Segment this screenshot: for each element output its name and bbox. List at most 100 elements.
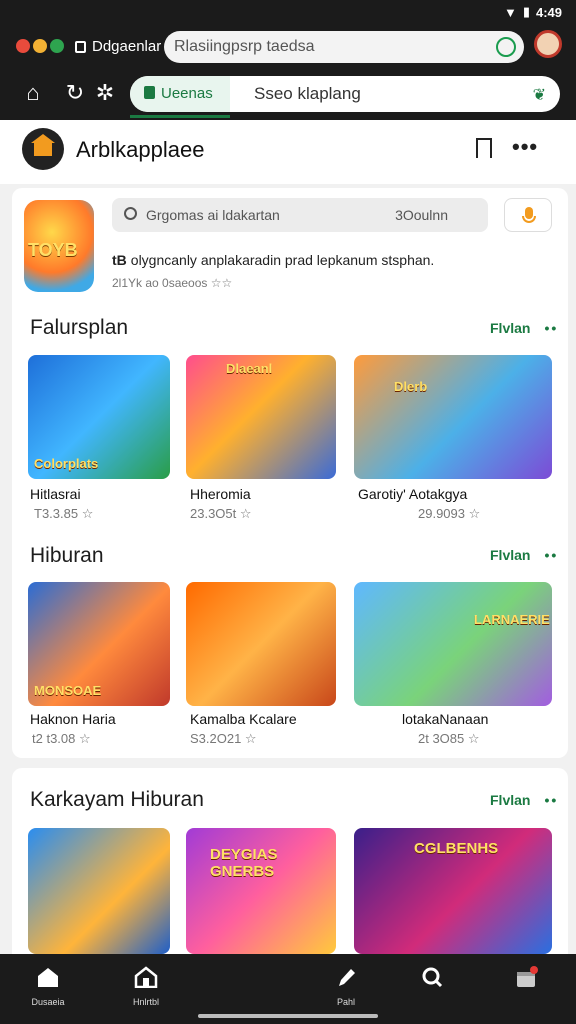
game-name: Haknon Haria [30, 711, 116, 727]
section-more-link[interactable]: Flvlan •• [490, 547, 558, 563]
more-dots-icon: •• [544, 547, 559, 563]
game-rating: T3.3.85 ☆ [34, 506, 94, 521]
section-title: Karkayam Hiburan [30, 788, 204, 811]
search-icon [422, 967, 443, 988]
store-page: Arblkapplaee ••• TOYB Grgomas ai ldakart… [0, 120, 576, 954]
nav-write[interactable]: Pahl [316, 966, 376, 1010]
bookmark-icon[interactable] [476, 138, 492, 158]
status-bar: ▼ ▮ 4:49 [0, 0, 576, 26]
app-header: Arblkapplaee ••• [0, 120, 576, 184]
promo-icon-label: TOYB [28, 240, 78, 260]
search-count: 3Ooulnn [395, 207, 448, 223]
game-art-label: Dlerb [394, 379, 428, 394]
active-indicator [130, 115, 230, 118]
game-art-label: Colorplats [34, 456, 99, 471]
url-bar[interactable]: Rlasiingpsrp taedsa [164, 31, 524, 63]
app-logo[interactable] [22, 128, 64, 170]
store-icon [134, 966, 158, 988]
nav-label: Hnlrtbl [132, 997, 159, 1007]
address-query: Sseo klaplang [254, 84, 361, 103]
more-dots-icon: •• [544, 792, 559, 808]
address-field[interactable]: Ueenas Sseo klaplang ❦ [130, 76, 560, 118]
signal-icon: ▮ [522, 4, 530, 19]
game-tile[interactable]: Dlerb [354, 355, 552, 479]
bottom-navigation: Dusaeia Hnlrtbl Pahl [0, 954, 576, 1024]
nav-home[interactable]: Dusaeia [18, 966, 78, 1010]
microphone-button[interactable] [504, 198, 552, 232]
lock-icon [75, 40, 86, 53]
secure-pill[interactable]: Ueenas [130, 76, 230, 112]
secure-lock-icon [144, 86, 155, 99]
game-tile[interactable]: MONSOAE [28, 582, 170, 706]
game-art-label: CGLBENHS [414, 840, 499, 857]
nav-label: Dusaeia [31, 997, 65, 1007]
window-controls [16, 39, 64, 53]
refresh-icon[interactable]: ↻ [62, 80, 88, 106]
game-rating: S3.2O21 ☆ [190, 731, 257, 746]
nav-label: Pahl [336, 997, 355, 1007]
url-text: Rlasiingpsrp taedsa [174, 38, 315, 55]
section-title: Hiburan [30, 544, 104, 567]
game-tile[interactable] [28, 828, 170, 954]
promo-headline-text: olygncanly anplakaradin prad lepkanum st… [130, 252, 435, 268]
browser-navbar: ⌂ ↻ ✲ Ueenas Sseo klaplang ❦ [0, 70, 576, 120]
game-name: Garotiy' Aotakgya [358, 486, 468, 502]
game-tile[interactable]: DEYGIAS GNERBS [186, 828, 336, 954]
game-name: Kamalba Kcalare [190, 711, 297, 727]
section-more-link[interactable]: Flvlan •• [490, 320, 558, 336]
nav-library[interactable] [496, 966, 556, 992]
game-rating: 29.9093 ☆ [418, 506, 481, 521]
more-menu-icon[interactable]: ••• [512, 134, 538, 160]
nav-search[interactable] [402, 966, 462, 992]
section-more-label: Flvlan [490, 547, 531, 563]
game-art-label: MONSOAE [34, 683, 102, 698]
featured-card: TOYB Grgomas ai ldakartan 3Ooulnn tB olyg… [12, 188, 568, 758]
game-rating: t2 t3.08 ☆ [32, 731, 91, 746]
search-icon [124, 207, 137, 220]
game-tile[interactable]: Dlaeanl [186, 355, 336, 479]
extensions-icon[interactable]: ✲ [92, 80, 118, 106]
search-placeholder: Grgomas ai ldakartan [146, 207, 280, 223]
maximize-dot-icon[interactable] [50, 39, 64, 53]
game-name: lotakaNanaan [402, 711, 489, 727]
game-rating: 23.3O5t ☆ [190, 506, 252, 521]
promo-game-icon[interactable]: TOYB [24, 200, 94, 292]
category-card: Karkayam Hiburan Flvlan •• DEYGIAS GNERBS… [12, 768, 568, 954]
tab-title: Ddgaenlar [92, 38, 162, 55]
home-icon [38, 968, 58, 987]
library-icon [517, 966, 538, 987]
more-dots-icon: •• [544, 320, 559, 336]
game-tile[interactable]: Colorplats [28, 355, 170, 479]
game-tile[interactable]: CGLBENHS [354, 828, 552, 954]
section-more-label: Flvlan [490, 792, 531, 808]
minimize-dot-icon[interactable] [33, 39, 47, 53]
nav-store[interactable]: Hnlrtbl [116, 966, 176, 1010]
home-icon[interactable]: ⌂ [20, 80, 46, 106]
close-dot-icon[interactable] [16, 39, 30, 53]
game-tile[interactable]: LARNAERIE [354, 582, 552, 706]
pen-icon [339, 969, 355, 986]
promo-headline-bold: tB [112, 252, 127, 268]
game-tile[interactable] [186, 582, 336, 706]
game-artwork [354, 355, 552, 479]
leaf-icon[interactable]: ❦ [533, 85, 546, 105]
reload-icon[interactable] [496, 37, 516, 57]
search-input[interactable]: Grgomas ai ldakartan 3Ooulnn [112, 198, 488, 232]
section-more-label: Flvlan [490, 320, 531, 336]
game-artwork [354, 582, 552, 706]
game-art-label: Dlaeanl [226, 361, 273, 376]
gesture-handle[interactable] [198, 1014, 378, 1018]
wifi-icon: ▼ [503, 4, 517, 20]
status-time: 4:49 [535, 4, 562, 20]
promo-meta: 2l1Yk ao 0saeoos ☆☆ [112, 276, 233, 290]
promo-headline: tB olygncanly anplakaradin prad lepkanum … [112, 252, 434, 268]
app-name: Arblkapplaee [76, 137, 205, 162]
game-name: Hitlasrai [30, 486, 81, 502]
section-more-link[interactable]: Flvlan •• [490, 792, 558, 808]
browser-tab[interactable]: Ddgaenlar [75, 38, 161, 55]
section-title: Falursplan [30, 316, 129, 339]
game-name: Hheromia [190, 486, 251, 502]
profile-avatar[interactable] [534, 30, 562, 58]
game-rating: 2t 3O85 ☆ [418, 731, 480, 746]
browser-toolbar: Ddgaenlar Rlasiingpsrp taedsa [0, 26, 576, 70]
